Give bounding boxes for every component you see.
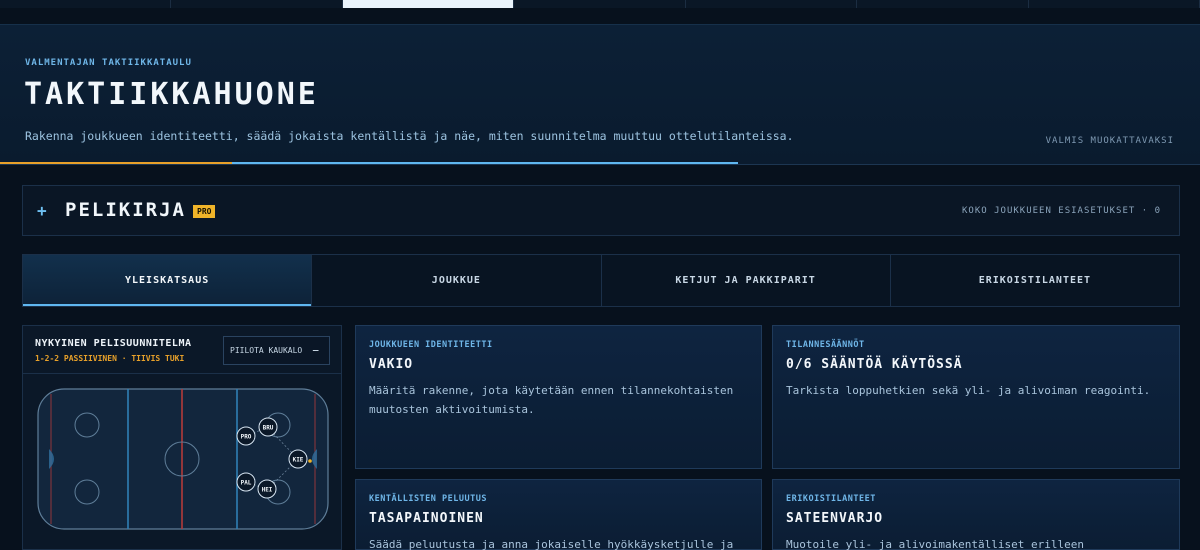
player-token[interactable]: PAL	[236, 472, 256, 492]
card-description: Määritä rakenne, jota käytetään ennen ti…	[369, 384, 734, 416]
section-tabs: YLEISKATSAUS JOUKKUE KETJUT JA PAKKIPARI…	[22, 254, 1180, 307]
page-title: TAKTIIKKAHUONE	[24, 77, 319, 112]
player-token[interactable]: KIE	[288, 449, 308, 469]
top-nav-tab[interactable]	[0, 0, 172, 8]
player-label: PRO	[241, 434, 252, 441]
card-eyebrow: TILANNESÄÄNNÖT	[786, 340, 865, 350]
tab-overview[interactable]: YLEISKATSAUS	[23, 255, 313, 306]
presets-count: KOKO JOUKKUEEN ESIASETUKSET · 0	[962, 206, 1161, 216]
top-nav-tab-active[interactable]	[342, 0, 515, 8]
hide-rink-label: PIILOTA KAUKALO	[230, 346, 303, 355]
player-label: KIE	[293, 457, 304, 464]
player-label: PAL	[241, 480, 252, 487]
top-nav-tab[interactable]	[171, 0, 343, 8]
hero-header: VALMENTAJAN TAKTIIKKATAULU TAKTIIKKAHUON…	[0, 24, 1200, 165]
card-title: TASAPAINOINEN	[369, 511, 484, 526]
tab-special-teams[interactable]: ERIKOISTILANTEET	[890, 255, 1179, 306]
card-description: Muotoile yli- ja alivoimakentälliset eri…	[786, 538, 1085, 550]
card-description: Säädä peluutusta ja anna jokaiselle hyök…	[369, 538, 734, 550]
top-nav-tab[interactable]	[514, 0, 686, 8]
top-nav-strip	[0, 0, 1200, 8]
game-plan-title: NYKYINEN PELISUUNNITELMA	[35, 338, 192, 349]
card-eyebrow: KENTÄLLISTEN PELUUTUS	[369, 494, 487, 504]
game-plan-subtitle: 1-2-2 PASSIIVINEN · TIIVIS TUKI	[35, 354, 185, 363]
plus-icon[interactable]: +	[37, 201, 47, 220]
hockey-rink: PRO BRU KIE PAL HEI	[37, 388, 329, 530]
minus-icon: −	[312, 344, 319, 357]
player-label: BRU	[263, 425, 274, 432]
card-line-deployment[interactable]: KENTÄLLISTEN PELUUTUS TASAPAINOINEN Sääd…	[355, 479, 762, 550]
card-eyebrow: ERIKOISTILANTEET	[786, 494, 876, 504]
pro-badge: PRO	[193, 205, 216, 218]
top-nav-tab[interactable]	[685, 0, 858, 8]
card-team-identity[interactable]: JOUKKUEEN IDENTITEETTI VAKIO Määritä rak…	[355, 325, 762, 469]
top-nav-tab[interactable]	[1028, 0, 1200, 8]
hero-progress-accent	[0, 162, 232, 164]
game-plan-panel: NYKYINEN PELISUUNNITELMA 1-2-2 PASSIIVIN…	[22, 325, 342, 550]
hero-description: Rakenna joukkueen identiteetti, säädä jo…	[25, 129, 794, 143]
card-title: 0/6 SÄÄNTÖÄ KÄYTÖSSÄ	[786, 357, 963, 372]
playbook-header[interactable]: + PELIKIRJA PRO KOKO JOUKKUEEN ESIASETUK…	[22, 185, 1180, 236]
card-description: Tarkista loppuhetkien sekä yli- ja alivo…	[786, 384, 1151, 397]
player-label: HEI	[262, 487, 273, 494]
card-title: VAKIO	[369, 357, 414, 372]
card-eyebrow: JOUKKUEEN IDENTITEETTI	[369, 340, 493, 350]
hide-rink-button[interactable]: PIILOTA KAUKALO −	[223, 336, 330, 365]
rink-boards	[37, 388, 329, 530]
card-situation-rules[interactable]: TILANNESÄÄNNÖT 0/6 SÄÄNTÖÄ KÄYTÖSSÄ Tark…	[772, 325, 1180, 469]
player-token[interactable]: PRO	[236, 426, 256, 446]
player-token[interactable]: BRU	[258, 417, 278, 437]
game-plan-header: NYKYINEN PELISUUNNITELMA 1-2-2 PASSIIVIN…	[23, 326, 341, 374]
status-label: VALMIS MUOKATTAVAKSI	[1045, 136, 1174, 146]
puck-marker	[308, 459, 312, 463]
card-title: SATEENVARJO	[786, 511, 884, 526]
tab-lines-pairs[interactable]: KETJUT JA PAKKIPARIT	[601, 255, 891, 306]
tab-team[interactable]: JOUKKUE	[312, 255, 602, 306]
player-token[interactable]: HEI	[257, 479, 277, 499]
card-special-teams[interactable]: ERIKOISTILANTEET SATEENVARJO Muotoile yl…	[772, 479, 1180, 550]
playbook-title: PELIKIRJA	[65, 199, 186, 221]
hero-eyebrow: VALMENTAJAN TAKTIIKKATAULU	[25, 58, 192, 68]
top-nav-tab[interactable]	[857, 0, 1029, 8]
